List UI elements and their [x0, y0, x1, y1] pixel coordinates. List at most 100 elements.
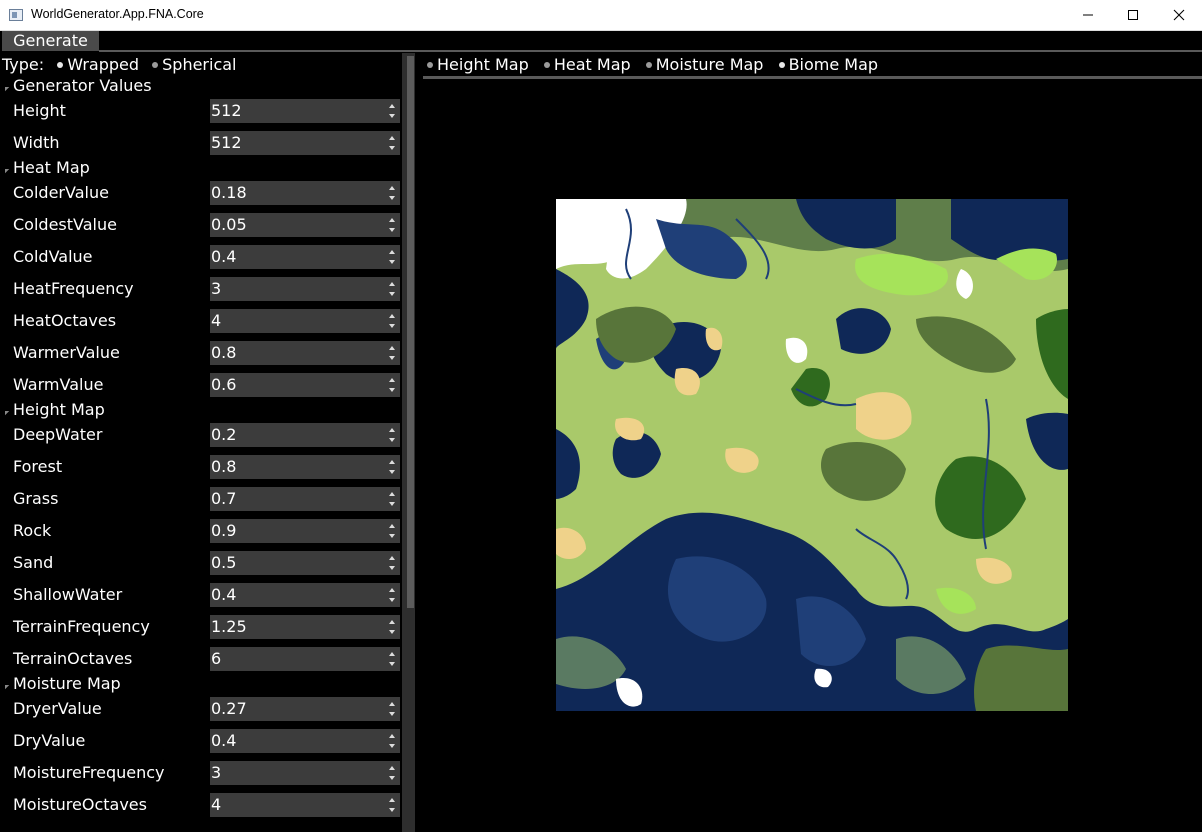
spinner-up-icon[interactable] — [389, 734, 395, 738]
generate-button[interactable]: Generate — [2, 31, 99, 51]
property-value-field[interactable]: 0.4 — [210, 583, 400, 607]
spinner-down-icon[interactable] — [389, 292, 395, 296]
numeric-spinner[interactable] — [388, 425, 398, 445]
property-value-field[interactable]: 512 — [210, 99, 400, 123]
property-value-field[interactable]: 0.9 — [210, 519, 400, 543]
numeric-spinner[interactable] — [388, 133, 398, 153]
spinner-down-icon[interactable] — [389, 534, 395, 538]
spinner-up-icon[interactable] — [389, 460, 395, 464]
spinner-down-icon[interactable] — [389, 776, 395, 780]
numeric-spinner[interactable] — [388, 247, 398, 267]
property-value-field[interactable]: 6 — [210, 647, 400, 671]
spinner-up-icon[interactable] — [389, 136, 395, 140]
close-button[interactable] — [1156, 0, 1202, 30]
numeric-spinner[interactable] — [388, 457, 398, 477]
property-value-field[interactable]: 3 — [210, 761, 400, 785]
type-option-spherical[interactable]: Spherical — [152, 55, 237, 74]
section-header-height[interactable]: Height Map — [0, 401, 105, 419]
spinner-up-icon[interactable] — [389, 588, 395, 592]
spinner-up-icon[interactable] — [389, 104, 395, 108]
spinner-down-icon[interactable] — [389, 438, 395, 442]
tab-biome-map[interactable]: Biome Map — [778, 56, 878, 74]
numeric-spinner[interactable] — [388, 215, 398, 235]
property-value-field[interactable]: 0.8 — [210, 455, 400, 479]
property-value-field[interactable]: 0.6 — [210, 373, 400, 397]
spinner-down-icon[interactable] — [389, 146, 395, 150]
property-value-field[interactable]: 0.7 — [210, 487, 400, 511]
spinner-up-icon[interactable] — [389, 524, 395, 528]
spinner-up-icon[interactable] — [389, 492, 395, 496]
property-value-field[interactable]: 0.27 — [210, 697, 400, 721]
spinner-down-icon[interactable] — [389, 566, 395, 570]
spinner-up-icon[interactable] — [389, 652, 395, 656]
spinner-up-icon[interactable] — [389, 250, 395, 254]
spinner-down-icon[interactable] — [389, 470, 395, 474]
spinner-up-icon[interactable] — [389, 314, 395, 318]
property-value-field[interactable]: 0.8 — [210, 341, 400, 365]
spinner-up-icon[interactable] — [389, 346, 395, 350]
numeric-spinner[interactable] — [388, 763, 398, 783]
minimize-button[interactable] — [1065, 0, 1111, 30]
spinner-down-icon[interactable] — [389, 196, 395, 200]
property-value-field[interactable]: 4 — [210, 793, 400, 817]
spinner-up-icon[interactable] — [389, 428, 395, 432]
spinner-up-icon[interactable] — [389, 798, 395, 802]
numeric-spinner[interactable] — [388, 699, 398, 719]
spinner-down-icon[interactable] — [389, 712, 395, 716]
numeric-spinner[interactable] — [388, 521, 398, 541]
spinner-down-icon[interactable] — [389, 356, 395, 360]
numeric-spinner[interactable] — [388, 311, 398, 331]
numeric-spinner[interactable] — [388, 101, 398, 121]
numeric-spinner[interactable] — [388, 649, 398, 669]
tab-moisture-map[interactable]: Moisture Map — [645, 56, 763, 74]
property-value-field[interactable]: 0.05 — [210, 213, 400, 237]
numeric-spinner[interactable] — [388, 553, 398, 573]
numeric-spinner[interactable] — [388, 617, 398, 637]
numeric-spinner[interactable] — [388, 731, 398, 751]
spinner-down-icon[interactable] — [389, 744, 395, 748]
property-value-field[interactable]: 3 — [210, 277, 400, 301]
numeric-spinner[interactable] — [388, 795, 398, 815]
section-header-moisture[interactable]: Moisture Map — [0, 675, 121, 693]
spinner-down-icon[interactable] — [389, 808, 395, 812]
spinner-down-icon[interactable] — [389, 630, 395, 634]
spinner-down-icon[interactable] — [389, 228, 395, 232]
numeric-spinner[interactable] — [388, 489, 398, 509]
section-header-generator[interactable]: Generator Values — [0, 77, 152, 95]
spinner-down-icon[interactable] — [389, 114, 395, 118]
numeric-spinner[interactable] — [388, 183, 398, 203]
spinner-up-icon[interactable] — [389, 556, 395, 560]
property-value-field[interactable]: 0.5 — [210, 551, 400, 575]
property-value-field[interactable]: 0.18 — [210, 181, 400, 205]
numeric-spinner[interactable] — [388, 375, 398, 395]
spinner-down-icon[interactable] — [389, 502, 395, 506]
spinner-down-icon[interactable] — [389, 324, 395, 328]
numeric-spinner[interactable] — [388, 343, 398, 363]
property-value-field[interactable]: 0.2 — [210, 423, 400, 447]
property-value-field[interactable]: 4 — [210, 309, 400, 333]
property-value-field[interactable]: 1.25 — [210, 615, 400, 639]
spinner-up-icon[interactable] — [389, 218, 395, 222]
property-value-field[interactable]: 0.4 — [210, 245, 400, 269]
spinner-up-icon[interactable] — [389, 702, 395, 706]
property-value-field[interactable]: 0.4 — [210, 729, 400, 753]
spinner-down-icon[interactable] — [389, 598, 395, 602]
scrollbar-thumb[interactable] — [407, 56, 414, 608]
spinner-down-icon[interactable] — [389, 260, 395, 264]
panel-divider[interactable] — [415, 53, 423, 832]
spinner-up-icon[interactable] — [389, 378, 395, 382]
spinner-up-icon[interactable] — [389, 186, 395, 190]
tab-height-map[interactable]: Height Map — [427, 56, 529, 74]
spinner-down-icon[interactable] — [389, 388, 395, 392]
tab-heat-map[interactable]: Heat Map — [543, 56, 631, 74]
spinner-up-icon[interactable] — [389, 766, 395, 770]
property-value-field[interactable]: 512 — [210, 131, 400, 155]
spinner-down-icon[interactable] — [389, 662, 395, 666]
numeric-spinner[interactable] — [388, 585, 398, 605]
spinner-up-icon[interactable] — [389, 620, 395, 624]
numeric-spinner[interactable] — [388, 279, 398, 299]
spinner-up-icon[interactable] — [389, 282, 395, 286]
section-header-heat[interactable]: Heat Map — [0, 159, 90, 177]
maximize-button[interactable] — [1110, 0, 1156, 30]
type-option-wrapped[interactable]: Wrapped — [57, 55, 139, 74]
